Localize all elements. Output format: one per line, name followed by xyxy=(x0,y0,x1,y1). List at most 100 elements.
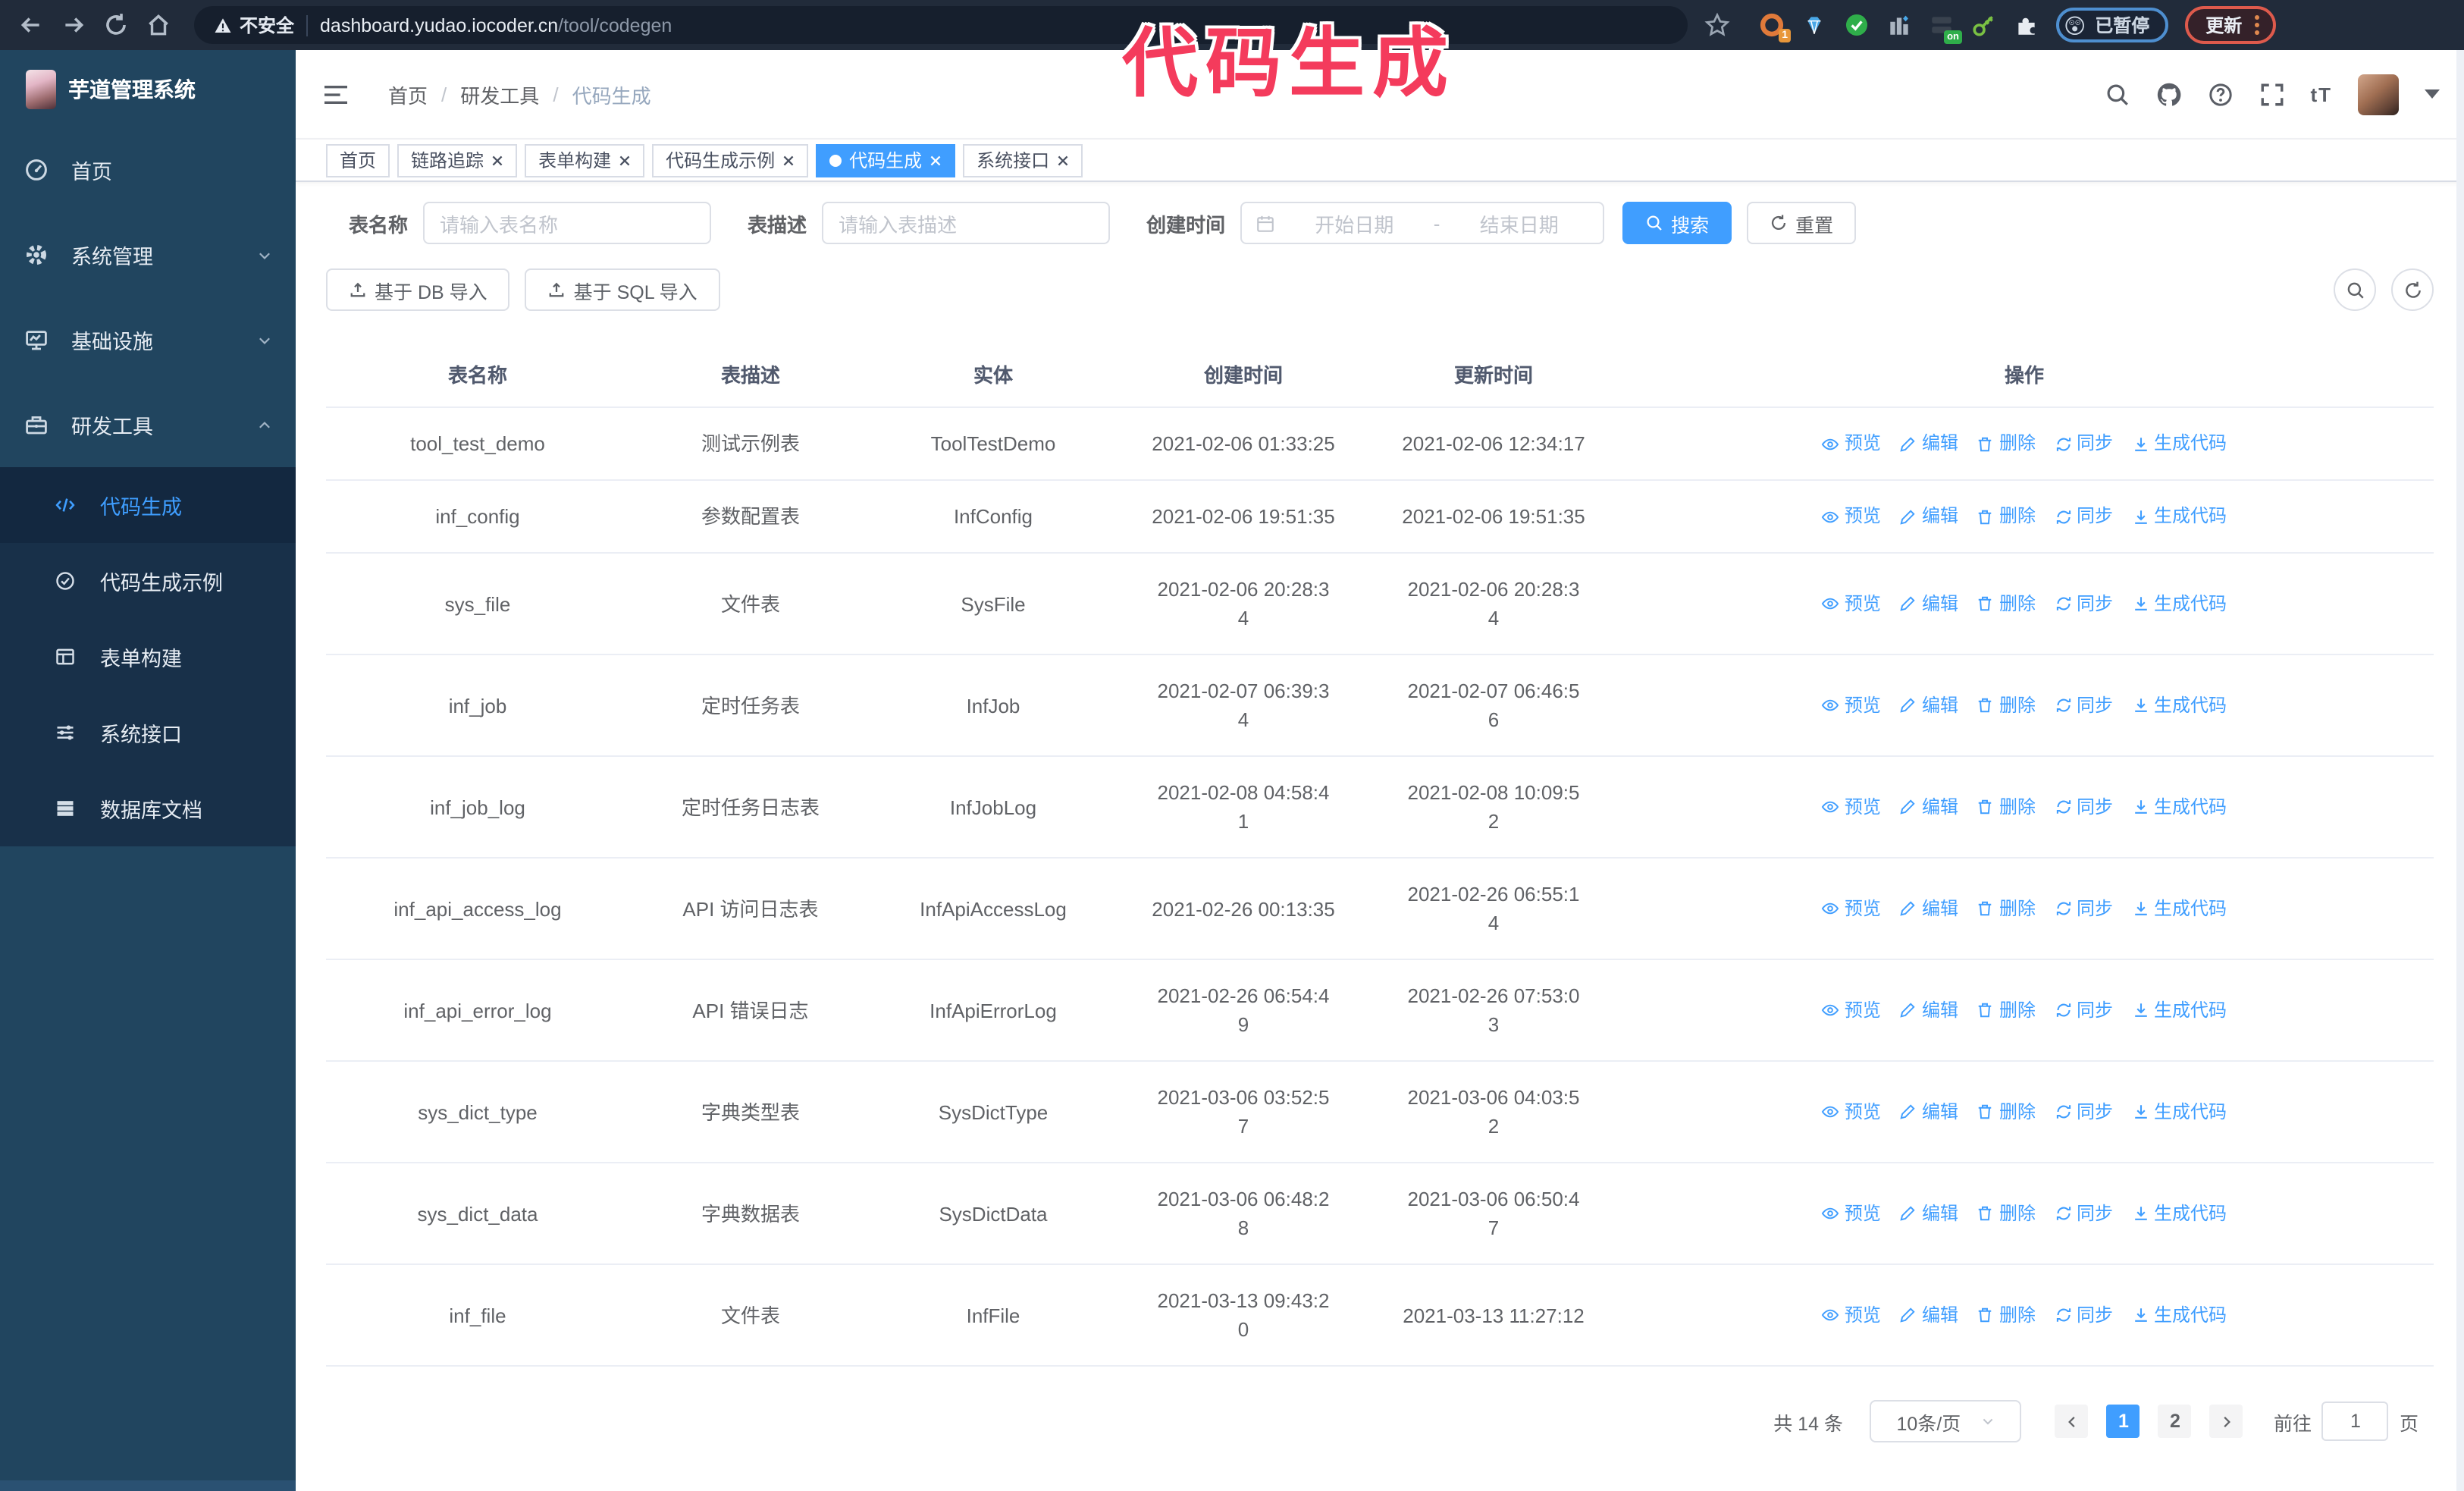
row-action-link[interactable]: 预览 xyxy=(1822,691,1881,720)
row-action-link[interactable]: 同步 xyxy=(2054,1097,2113,1126)
row-action-link[interactable]: 编辑 xyxy=(1899,894,1958,923)
tab-close-icon[interactable] xyxy=(782,154,795,166)
extension-gem-icon[interactable] xyxy=(1801,12,1827,38)
fullscreen-icon[interactable] xyxy=(2259,81,2284,107)
sidebar-collapse-bar[interactable] xyxy=(0,1480,296,1491)
row-action-link[interactable]: 同步 xyxy=(2054,589,2113,618)
row-action-link[interactable]: 预览 xyxy=(1822,1097,1881,1126)
import-sql-button[interactable]: 基于 SQL 导入 xyxy=(525,268,720,311)
github-icon[interactable] xyxy=(2155,81,2181,107)
tab-close-icon[interactable] xyxy=(491,154,503,166)
row-action-link[interactable]: 编辑 xyxy=(1899,793,1958,821)
row-action-link[interactable]: 同步 xyxy=(2054,1199,2113,1228)
row-action-link[interactable]: 编辑 xyxy=(1899,502,1958,531)
page-size-select[interactable]: 10条/页 xyxy=(1870,1400,2022,1442)
row-action-link[interactable]: 删除 xyxy=(1977,1301,2036,1329)
scrollbar[interactable] xyxy=(2456,50,2464,1491)
browser-back-icon[interactable] xyxy=(18,12,44,38)
refresh-table-button[interactable] xyxy=(2391,268,2434,311)
goto-page-input[interactable]: 1 xyxy=(2321,1402,2389,1441)
row-action-link[interactable]: 删除 xyxy=(1977,793,2036,821)
app-logo[interactable]: 芋道管理系统 xyxy=(0,50,296,127)
row-action-link[interactable]: 删除 xyxy=(1977,502,2036,531)
extension-key-icon[interactable] xyxy=(1971,12,1997,38)
row-action-link[interactable]: 删除 xyxy=(1977,894,2036,923)
sidebar-item-codegen[interactable]: 代码生成 xyxy=(0,467,296,543)
hamburger-icon[interactable] xyxy=(323,83,349,105)
date-range-picker[interactable]: 开始日期 - 结束日期 xyxy=(1240,202,1605,244)
font-size-icon[interactable]: tT xyxy=(2310,83,2332,105)
address-bar[interactable]: 不安全 dashboard.yudao.iocoder.cn/tool/code… xyxy=(194,6,1688,44)
row-action-link[interactable]: 删除 xyxy=(1977,1097,2036,1126)
kebab-menu-icon[interactable] xyxy=(2254,15,2259,35)
page-number-button[interactable]: 2 xyxy=(2158,1405,2192,1438)
search-icon[interactable] xyxy=(2104,81,2130,107)
extension-check-icon[interactable] xyxy=(1844,12,1870,38)
sidebar-item-db-doc[interactable]: 数据库文档 xyxy=(0,771,296,846)
row-action-link[interactable]: 编辑 xyxy=(1899,691,1958,720)
row-action-link[interactable]: 预览 xyxy=(1822,1199,1881,1228)
sidebar-item-system-api[interactable]: 系统接口 xyxy=(0,695,296,771)
row-action-link[interactable]: 生成代码 xyxy=(2131,1301,2227,1329)
tab[interactable]: 系统接口 xyxy=(963,143,1083,177)
row-action-link[interactable]: 同步 xyxy=(2054,996,2113,1025)
search-button[interactable]: 搜索 xyxy=(1622,202,1732,244)
row-action-link[interactable]: 删除 xyxy=(1977,996,2036,1025)
row-action-link[interactable]: 预览 xyxy=(1822,996,1881,1025)
sidebar-item-system[interactable]: 系统管理 xyxy=(0,212,296,297)
row-action-link[interactable]: 编辑 xyxy=(1899,1199,1958,1228)
row-action-link[interactable]: 删除 xyxy=(1977,429,2036,458)
sidebar-item-form-builder[interactable]: 表单构建 xyxy=(0,619,296,695)
tab[interactable]: 代码生成 xyxy=(816,143,956,177)
tab[interactable]: 链路追踪 xyxy=(397,143,518,177)
row-action-link[interactable]: 删除 xyxy=(1977,691,2036,720)
browser-reload-icon[interactable] xyxy=(103,12,129,38)
extensions-puzzle-icon[interactable] xyxy=(2014,12,2039,38)
row-action-link[interactable]: 预览 xyxy=(1822,502,1881,531)
tab-close-icon[interactable] xyxy=(1057,154,1069,166)
row-action-link[interactable]: 生成代码 xyxy=(2131,1097,2227,1126)
row-action-link[interactable]: 同步 xyxy=(2054,793,2113,821)
extension-columns-icon[interactable] xyxy=(1886,12,1912,38)
row-action-link[interactable]: 同步 xyxy=(2054,691,2113,720)
row-action-link[interactable]: 同步 xyxy=(2054,429,2113,458)
row-action-link[interactable]: 删除 xyxy=(1977,1199,2036,1228)
row-action-link[interactable]: 预览 xyxy=(1822,1301,1881,1329)
tab[interactable]: 代码生成示例 xyxy=(652,143,809,177)
row-action-link[interactable]: 生成代码 xyxy=(2131,793,2227,821)
row-action-link[interactable]: 预览 xyxy=(1822,793,1881,821)
table-name-input[interactable]: 请输入表名称 xyxy=(423,202,712,244)
tab[interactable]: 表单构建 xyxy=(525,143,645,177)
page-number-button[interactable]: 1 xyxy=(2106,1405,2140,1438)
row-action-link[interactable]: 预览 xyxy=(1822,894,1881,923)
next-page-button[interactable] xyxy=(2209,1405,2243,1438)
row-action-link[interactable]: 编辑 xyxy=(1899,996,1958,1025)
bookmark-star-icon[interactable] xyxy=(1704,12,1730,38)
browser-forward-icon[interactable] xyxy=(61,12,86,38)
row-action-link[interactable]: 生成代码 xyxy=(2131,1199,2227,1228)
row-action-link[interactable]: 编辑 xyxy=(1899,589,1958,618)
avatar[interactable] xyxy=(2358,74,2399,115)
browser-home-icon[interactable] xyxy=(146,12,171,38)
avatar-caret-down-icon[interactable] xyxy=(2425,89,2440,99)
row-action-link[interactable]: 预览 xyxy=(1822,589,1881,618)
row-action-link[interactable]: 生成代码 xyxy=(2131,429,2227,458)
sidebar-item-codegen-example[interactable]: 代码生成示例 xyxy=(0,543,296,619)
row-action-link[interactable]: 同步 xyxy=(2054,1301,2113,1329)
toggle-search-button[interactable] xyxy=(2334,268,2376,311)
row-action-link[interactable]: 编辑 xyxy=(1899,1097,1958,1126)
import-db-button[interactable]: 基于 DB 导入 xyxy=(326,268,510,311)
row-action-link[interactable]: 生成代码 xyxy=(2131,502,2227,531)
row-action-link[interactable]: 生成代码 xyxy=(2131,894,2227,923)
sidebar-item-infra[interactable]: 基础设施 xyxy=(0,297,296,382)
row-action-link[interactable]: 同步 xyxy=(2054,894,2113,923)
profile-paused-badge[interactable]: 😲 已暂停 xyxy=(2056,8,2168,42)
row-action-link[interactable]: 编辑 xyxy=(1899,429,1958,458)
row-action-link[interactable]: 同步 xyxy=(2054,502,2113,531)
table-desc-input[interactable]: 请输入表描述 xyxy=(822,202,1111,244)
row-action-link[interactable]: 编辑 xyxy=(1899,1301,1958,1329)
sidebar-item-home[interactable]: 首页 xyxy=(0,127,296,212)
tab-close-icon[interactable] xyxy=(929,154,942,166)
reset-button[interactable]: 重置 xyxy=(1747,202,1857,244)
breadcrumb-home[interactable]: 首页 xyxy=(388,80,428,108)
